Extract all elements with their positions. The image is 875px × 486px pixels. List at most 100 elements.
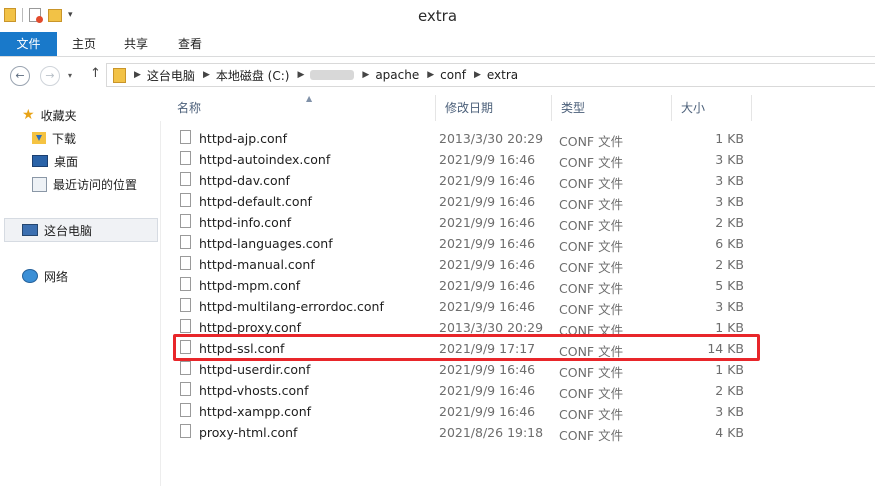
file-modified: 2013/3/30 20:29 <box>439 131 544 146</box>
file-type: CONF 文件 <box>559 365 624 380</box>
tab-file[interactable]: 文件 <box>0 32 57 56</box>
file-type: CONF 文件 <box>559 323 624 338</box>
file-name: httpd-manual.conf <box>199 257 315 272</box>
file-size: 3 KB <box>715 173 744 188</box>
file-size: 3 KB <box>715 194 744 209</box>
file-type: CONF 文件 <box>559 260 624 275</box>
sidebar-item-recent[interactable]: 最近访问的位置 <box>32 174 137 194</box>
sidebar-item-label: 网络 <box>44 269 69 284</box>
breadcrumb-redacted[interactable] <box>310 70 355 80</box>
back-arrow-icon[interactable]: ← <box>10 66 30 86</box>
sidebar-item-desktop[interactable]: 桌面 <box>32 151 78 171</box>
chevron-right-icon[interactable]: ▶ <box>474 70 481 80</box>
file-size: 2 KB <box>715 257 744 272</box>
file-row[interactable]: httpd-xampp.conf 2021/9/9 16:46 CONF 文件 3 K… <box>160 401 760 422</box>
tab-home[interactable]: 主页 <box>62 32 106 56</box>
navigation-pane: ★ 收藏夹 下载 桌面 最近访问的位置 这台电脑 网络 <box>0 95 161 486</box>
breadcrumb-this-pc[interactable]: 这台电脑 <box>147 67 195 84</box>
file-row[interactable]: httpd-autoindex.conf 2021/9/9 16:46 CONF 文… <box>160 149 760 170</box>
chevron-right-icon[interactable]: ▶ <box>427 70 434 80</box>
file-row[interactable]: httpd-mpm.conf 2021/9/9 16:46 CONF 文件 5 KB <box>160 275 760 296</box>
file-size: 3 KB <box>715 404 744 419</box>
file-name: httpd-ssl.conf <box>199 341 285 356</box>
file-type: CONF 文件 <box>559 176 624 191</box>
chevron-right-icon[interactable]: ▶ <box>134 70 141 80</box>
title-bar: ▾ extra <box>0 0 875 32</box>
file-name: httpd-xampp.conf <box>199 404 312 419</box>
file-row[interactable]: httpd-multilang-errordoc.conf 2021/9/9 16… <box>160 296 760 317</box>
file-icon <box>180 130 191 144</box>
file-name: httpd-languages.conf <box>199 236 333 251</box>
file-row[interactable]: httpd-userdir.conf 2021/9/9 16:46 CONF 文件 1… <box>160 359 760 380</box>
column-modified[interactable]: 修改日期 <box>436 95 552 121</box>
file-row[interactable]: httpd-proxy.conf 2013/3/30 20:29 CONF 文件 1 … <box>160 317 760 338</box>
file-icon <box>180 193 191 207</box>
tab-share[interactable]: 共享 <box>114 32 158 56</box>
file-row[interactable]: httpd-manual.conf 2021/9/9 16:46 CONF 文件 2 … <box>160 254 760 275</box>
file-name: proxy-html.conf <box>199 425 298 440</box>
file-row[interactable]: httpd-info.conf 2021/9/9 16:46 CONF 文件 2 KB <box>160 212 760 233</box>
file-row[interactable]: httpd-dav.conf 2021/9/9 16:46 CONF 文件 3 KB <box>160 170 760 191</box>
navigation-bar: ← → ▾ ↑ ▶ 这台电脑 ▶ 本地磁盘 (C:) ▶ ▶ apache ▶ … <box>0 57 875 95</box>
sidebar-item-this-pc[interactable]: 这台电脑 <box>22 220 92 240</box>
file-icon <box>180 424 191 438</box>
file-row[interactable]: httpd-ssl.conf 2021/9/9 17:17 CONF 文件 14 KB <box>160 338 760 359</box>
file-size: 4 KB <box>715 425 744 440</box>
chevron-right-icon[interactable]: ▶ <box>362 70 369 80</box>
file-type: CONF 文件 <box>559 302 624 317</box>
breadcrumb-extra[interactable]: extra <box>487 68 518 82</box>
column-name[interactable]: ▲ 名称 <box>168 94 436 121</box>
breadcrumb-conf[interactable]: conf <box>440 68 466 82</box>
file-modified: 2021/9/9 16:46 <box>439 236 536 251</box>
file-size: 6 KB <box>715 236 744 251</box>
file-type: CONF 文件 <box>559 281 624 296</box>
forward-arrow-icon[interactable]: → <box>40 66 60 86</box>
file-icon <box>180 340 191 354</box>
file-modified: 2021/8/26 19:18 <box>439 425 544 440</box>
file-icon <box>180 151 191 165</box>
window-title: extra <box>417 7 458 25</box>
folder-icon <box>113 67 126 83</box>
chevron-right-icon[interactable]: ▶ <box>297 70 304 80</box>
file-row[interactable]: proxy-html.conf 2021/8/26 19:18 CONF 文件 4 K… <box>160 422 760 443</box>
file-type: CONF 文件 <box>559 239 624 254</box>
file-icon <box>180 298 191 312</box>
file-row[interactable]: httpd-languages.conf 2021/9/9 16:46 CONF 文… <box>160 233 760 254</box>
address-bar[interactable]: ▶ 这台电脑 ▶ 本地磁盘 (C:) ▶ ▶ apache ▶ conf ▶ e… <box>106 63 875 87</box>
file-icon <box>180 403 191 417</box>
column-header: ▲ 名称 修改日期 类型 大小 <box>160 94 752 121</box>
file-modified: 2021/9/9 16:46 <box>439 215 536 230</box>
file-icon <box>180 235 191 249</box>
sidebar-item-network[interactable]: 网络 <box>22 266 68 286</box>
file-type: CONF 文件 <box>559 386 624 401</box>
sidebar-item-favorites[interactable]: ★ 收藏夹 <box>22 105 77 125</box>
file-size: 1 KB <box>715 131 744 146</box>
column-size[interactable]: 大小 <box>672 95 752 121</box>
breadcrumb-apache[interactable]: apache <box>375 68 419 82</box>
file-row[interactable]: httpd-ajp.conf 2013/3/30 20:29 CONF 文件 1 KB <box>160 128 760 149</box>
file-name: httpd-dav.conf <box>199 173 290 188</box>
file-row[interactable]: httpd-default.conf 2021/9/9 16:46 CONF 文件 3… <box>160 191 760 212</box>
chevron-right-icon[interactable]: ▶ <box>203 70 210 80</box>
file-size: 1 KB <box>715 362 744 377</box>
file-icon <box>180 277 191 291</box>
recent-locations-dropdown-icon[interactable]: ▾ <box>68 71 72 80</box>
file-size: 2 KB <box>715 215 744 230</box>
file-size: 5 KB <box>715 278 744 293</box>
ribbon-tabs: 文件 主页 共享 查看 <box>0 32 875 57</box>
file-size: 1 KB <box>715 320 744 335</box>
file-size: 14 KB <box>707 341 744 356</box>
file-type: CONF 文件 <box>559 407 624 422</box>
sidebar-item-downloads[interactable]: 下载 <box>32 128 76 148</box>
file-row[interactable]: httpd-vhosts.conf 2021/9/9 16:46 CONF 文件 2 … <box>160 380 760 401</box>
sidebar-item-label: 这台电脑 <box>44 223 93 238</box>
column-type[interactable]: 类型 <box>552 95 672 121</box>
breadcrumb-local-disk[interactable]: 本地磁盘 (C:) <box>216 67 290 84</box>
file-modified: 2021/9/9 16:46 <box>439 362 536 377</box>
network-icon <box>22 269 38 283</box>
up-arrow-icon[interactable]: ↑ <box>90 66 101 81</box>
file-icon <box>180 256 191 270</box>
file-name: httpd-default.conf <box>199 194 312 209</box>
tab-view[interactable]: 查看 <box>168 32 212 56</box>
file-type: CONF 文件 <box>559 218 624 233</box>
